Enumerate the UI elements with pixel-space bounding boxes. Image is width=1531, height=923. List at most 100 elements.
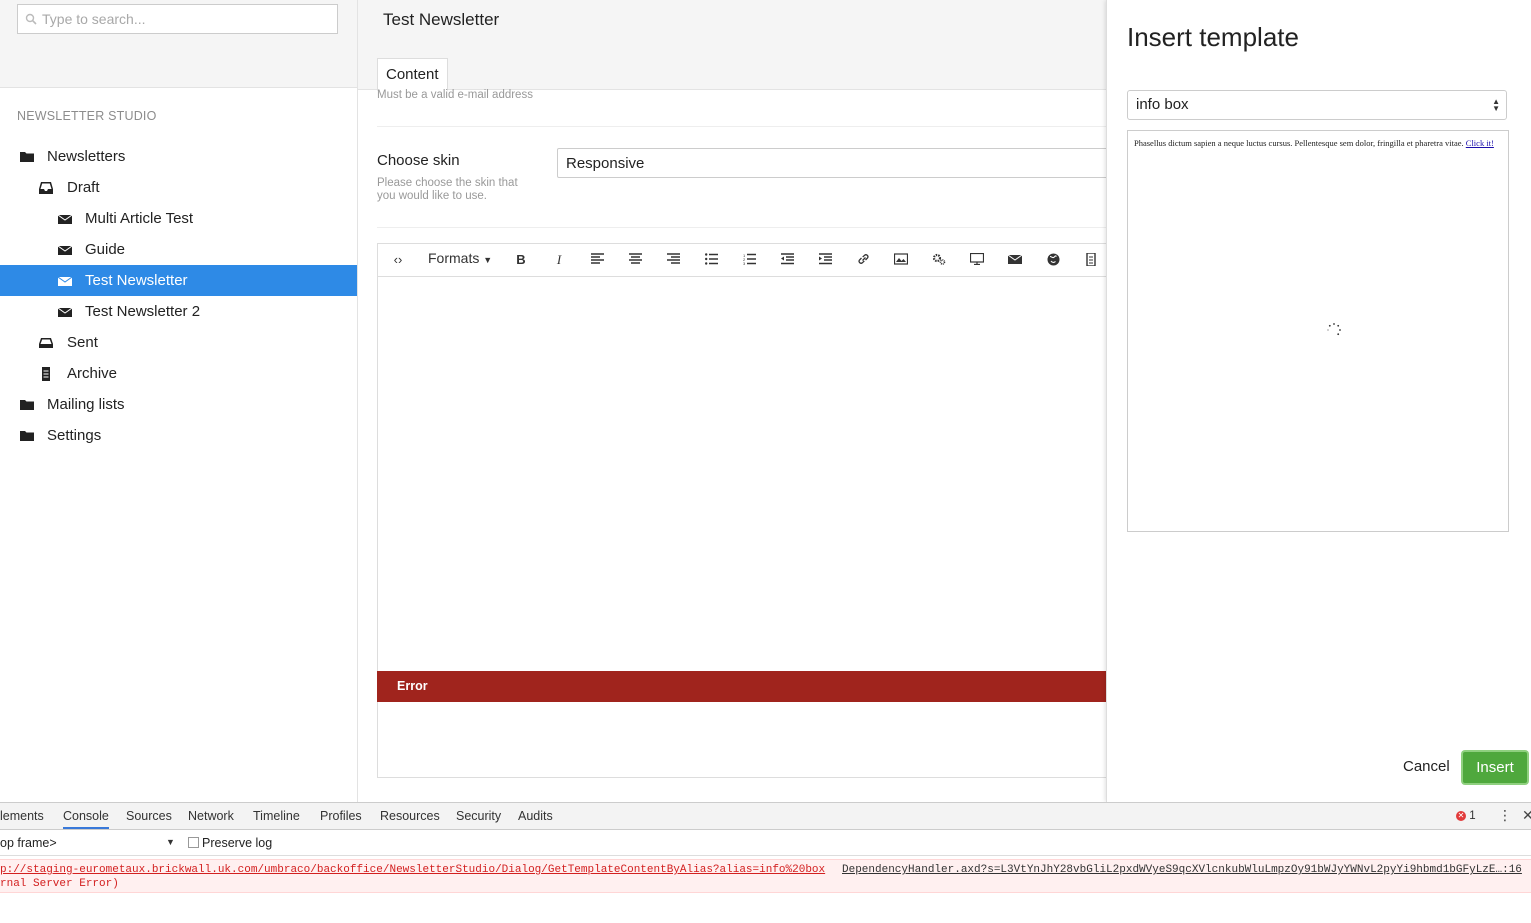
tree-item-newsletters[interactable]: Newsletters	[0, 141, 357, 172]
tree-item-draft[interactable]: Draft	[0, 172, 357, 203]
preview-body: Phasellus dictum sapien a neque luctus c…	[1134, 138, 1464, 148]
search-box[interactable]	[17, 4, 338, 34]
preview-text: Phasellus dictum sapien a neque luctus c…	[1134, 138, 1504, 148]
more-options-icon[interactable]: ⋮	[1498, 807, 1512, 824]
folder-icon	[20, 152, 34, 162]
checkbox[interactable]	[188, 837, 199, 848]
tree-item-label: Draft	[67, 179, 100, 196]
tree-item-multi-article-test[interactable]: Multi Article Test	[0, 203, 357, 234]
devtools-tab-network[interactable]: Network	[188, 809, 234, 823]
tree-item-test-newsletter[interactable]: Test Newsletter	[0, 265, 357, 296]
search-input[interactable]	[42, 7, 332, 31]
devtools-panel: lements Console Sources Network Timeline…	[0, 802, 1531, 923]
link-icon[interactable]	[852, 250, 874, 270]
tree-item-label: Multi Article Test	[85, 210, 194, 227]
tree-item-mailing-lists[interactable]: Mailing lists	[0, 389, 357, 420]
outdent-icon[interactable]	[776, 250, 798, 270]
main-header: Test Newsletter Content	[358, 0, 1106, 91]
indent-icon[interactable]	[814, 250, 836, 270]
envelope-icon	[58, 245, 72, 255]
devtools-tab-profiles[interactable]: Profiles	[320, 809, 362, 823]
dialog-title: Insert template	[1127, 22, 1299, 52]
tree-item-label: Sent	[67, 334, 98, 351]
loading-spinner-icon	[1327, 323, 1341, 336]
tree-item-archive[interactable]: Archive	[0, 358, 357, 389]
skin-hint: Please choose the skin that you would li…	[377, 177, 518, 202]
close-icon[interactable]: ✕	[1522, 807, 1531, 824]
skin-label: Choose skin	[377, 152, 460, 169]
image-icon[interactable]	[890, 250, 912, 270]
align-center-icon[interactable]	[624, 250, 646, 270]
envelope-icon	[58, 214, 72, 224]
archive-icon	[42, 367, 50, 381]
page-title: Test Newsletter	[383, 10, 500, 29]
svg-text:3: 3	[743, 261, 746, 265]
insert-button[interactable]: Insert	[1463, 752, 1527, 783]
envelope-icon	[58, 276, 72, 286]
error-message: rnal Server Error)	[0, 878, 119, 890]
folder-icon	[20, 431, 34, 441]
caret-down-icon: ▼	[483, 255, 493, 265]
tree-item-label: Settings	[47, 427, 102, 444]
devtools-tab-resources[interactable]: Resources	[380, 809, 440, 823]
error-icon: ✕	[1456, 811, 1466, 821]
tree-item-sent[interactable]: Sent	[0, 327, 357, 358]
devtools-tabs: lements Console Sources Network Timeline…	[0, 803, 1531, 830]
editor-toolbar: ‹› Formats ▼ B I 123	[378, 244, 1116, 277]
email-hint: Must be a valid e-mail address	[377, 89, 533, 101]
error-count-badge[interactable]: ✕ 1	[1456, 810, 1476, 822]
tree-item-label: Guide	[85, 241, 126, 258]
devtools-tab-elements[interactable]: lements	[0, 809, 44, 823]
folder-icon	[20, 400, 34, 410]
error-url-link[interactable]: p://staging-eurometaux.brickwall.uk.com/…	[0, 864, 825, 876]
frame-selector[interactable]: op frame>	[0, 836, 57, 850]
select-arrows-icon: ▲ ▼	[1492, 97, 1500, 113]
formats-label: Formats	[428, 250, 480, 266]
tree-item-label: Test Newsletter 2	[85, 303, 201, 320]
tab-content[interactable]: Content	[377, 58, 448, 91]
tree-item-guide[interactable]: Guide	[0, 234, 357, 265]
bullet-list-icon[interactable]	[700, 250, 722, 270]
cancel-button[interactable]: Cancel	[1403, 758, 1450, 775]
template-select[interactable]: info box ▲ ▼	[1127, 90, 1507, 120]
console-filter-bar: op frame> ▼ Preserve log	[0, 830, 1531, 856]
error-count: 1	[1469, 810, 1476, 822]
devtools-tab-audits[interactable]: Audits	[518, 809, 553, 823]
settings-icon[interactable]	[928, 250, 950, 270]
skin-select[interactable]: Responsive	[557, 148, 1117, 178]
archive-icon[interactable]	[1080, 250, 1102, 270]
globe-icon[interactable]	[1042, 250, 1064, 270]
align-right-icon[interactable]	[662, 250, 684, 270]
source-code-icon[interactable]: ‹›	[387, 250, 409, 270]
devtools-tab-sources[interactable]: Sources	[126, 809, 172, 823]
numbered-list-icon[interactable]: 123	[738, 250, 760, 270]
template-preview: Phasellus dictum sapien a neque luctus c…	[1127, 130, 1509, 532]
insert-template-dialog: Insert template info box ▲ ▼ Phasellus di…	[1106, 0, 1531, 802]
caret-down-icon[interactable]: ▼	[166, 837, 175, 847]
italic-icon[interactable]: I	[548, 250, 570, 270]
section-title: NEWSLETTER STUDIO	[17, 109, 157, 123]
align-left-icon[interactable]	[586, 250, 608, 270]
devtools-tab-security[interactable]: Security	[456, 809, 501, 823]
error-source-link[interactable]: DependencyHandler.axd?s=L3VtYnJhY28vbGli…	[842, 864, 1522, 876]
devtools-tab-timeline[interactable]: Timeline	[253, 809, 300, 823]
devtools-tab-console[interactable]: Console	[63, 809, 109, 829]
envelope-icon[interactable]	[1004, 250, 1026, 270]
formats-dropdown[interactable]: Formats ▼	[428, 250, 492, 266]
error-bar: Error	[377, 671, 1106, 702]
inbox-icon	[39, 338, 53, 348]
bold-icon[interactable]: B	[510, 250, 532, 270]
search-icon	[25, 13, 37, 25]
monitor-icon[interactable]	[966, 250, 988, 270]
preserve-log-checkbox[interactable]: Preserve log	[188, 836, 272, 850]
tree-item-label: Test Newsletter	[85, 272, 188, 289]
template-select-value: info box	[1136, 96, 1189, 113]
sidebar-header	[0, 0, 357, 88]
preview-link[interactable]: Click it!	[1466, 138, 1494, 148]
divider	[377, 126, 1106, 127]
tree-item-test-newsletter-2[interactable]: Test Newsletter 2	[0, 296, 357, 327]
tree-item-label: Newsletters	[47, 148, 126, 165]
divider	[377, 227, 1106, 228]
tree-item-settings[interactable]: Settings	[0, 420, 357, 451]
console-error-row: p://staging-eurometaux.brickwall.uk.com/…	[0, 859, 1531, 893]
